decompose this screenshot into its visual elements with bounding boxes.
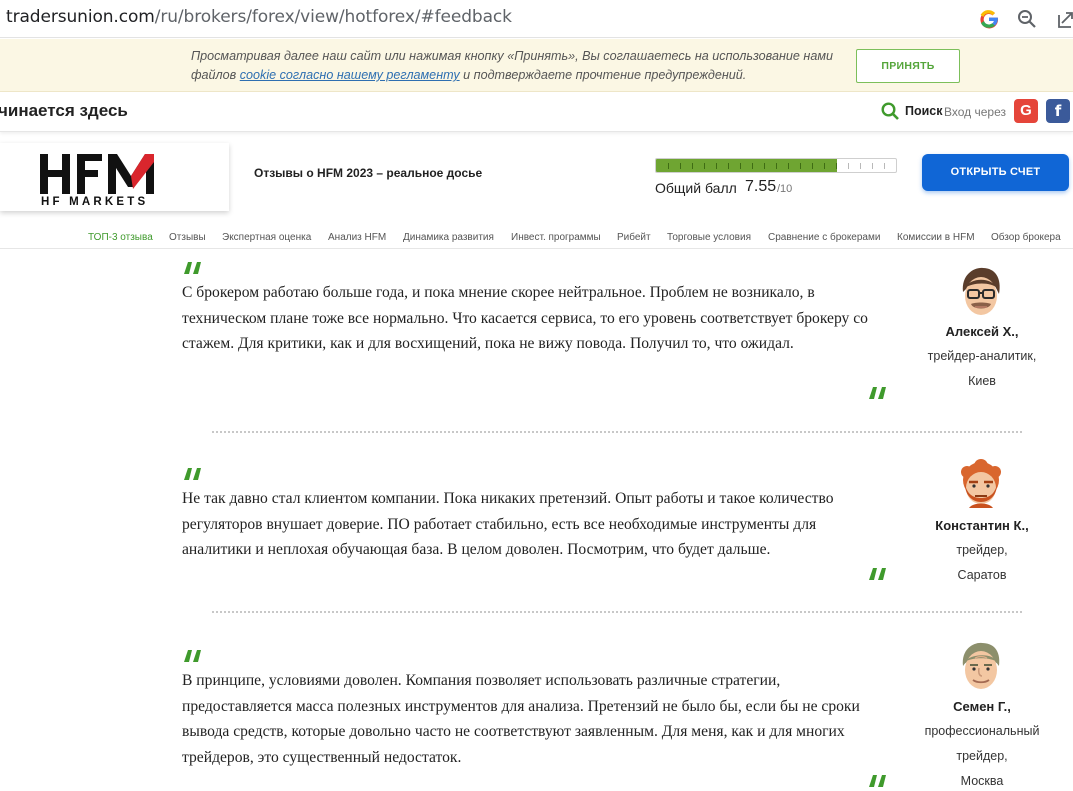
rating-segment-tick [692,163,693,169]
review-divider [212,611,1022,613]
nav-rebate[interactable]: Рибейт [617,232,651,243]
nav-commissions[interactable]: Комиссии в HFM [897,232,975,243]
nav-dynamics[interactable]: Динамика развития [403,232,494,243]
login-via-label: Вход через [944,105,1006,119]
rating-segment-tick [704,163,705,169]
older-man-avatar-icon [962,642,1000,689]
nav-reviews[interactable]: Отзывы [169,232,206,243]
rating-segment-tick [752,163,753,169]
nav-top3-reviews[interactable]: ТОП-3 отзыва [88,232,153,243]
nav-expert-rating[interactable]: Экспертная оценка [222,232,311,243]
rating-segment-tick [668,163,669,169]
section-nav: ТОП-3 отзыва Отзывы Экспертная оценка Ан… [0,229,1073,249]
url-path: /ru/brokers/forex/view/hotforex/#feedbac… [154,7,512,27]
rating-segment-tick [836,163,837,169]
rating-segment-tick [848,163,849,169]
reviewer-role: профессиональный [924,724,1040,738]
reviewer-name: Константин К., [935,518,1029,533]
broker-logo[interactable]: HF MARKETS [0,143,229,211]
rating-segment-tick [776,163,777,169]
man-glasses-avatar-icon [962,267,1000,315]
facebook-login-button[interactable]: f [1046,99,1070,123]
reviewer-city: Саратов [957,568,1007,582]
quote-close-icon [869,775,886,787]
quote-open-icon [184,650,201,662]
quote-open-icon [184,468,201,480]
zoom-icon[interactable] [1017,9,1037,29]
rating-progress-bar [655,158,897,173]
reviewer-name: Семен Г., [953,699,1011,714]
url-text[interactable]: tradersunion.com/ru/brokers/forex/view/h… [6,7,512,27]
cookie-banner: Просматривая далее наш сайт или нажимая … [0,39,1073,92]
cookie-message: Просматривая далее наш сайт или нажимая … [191,47,851,85]
rating-segment-tick [884,163,885,169]
rating-segment-tick [800,163,801,169]
nav-broker-overview[interactable]: Обзор брокера [991,232,1061,243]
cookie-policy-link[interactable]: cookie согласно нашему регламенту [240,68,460,82]
rating-segment-tick [824,163,825,169]
nav-trading-conditions[interactable]: Торговые условия [667,232,751,243]
reviewer-name: Алексей Х., [945,324,1019,339]
site-slogan: чинается здесь [0,101,128,120]
reviewer-role: трейдер-аналитик, [927,349,1037,363]
google-login-button[interactable]: G [1014,99,1038,123]
rating-segment-tick [764,163,765,169]
nav-invest-programs[interactable]: Инвест. программы [511,232,601,243]
cookie-text-end: и подтверждаете прочтение предупреждений… [459,68,747,82]
rating-segment-tick [740,163,741,169]
url-host: tradersunion.com [6,7,155,27]
redhead-bearded-avatar-icon [961,459,1001,508]
review-text: Не так давно стал клиентом компании. Пок… [182,490,834,558]
overall-score-max: /10 [777,183,793,195]
broker-page-title: Отзывы о HFM 2023 – реальное досье [254,166,483,180]
reviewer-city: Москва [960,774,1004,788]
quote-open-icon [184,262,201,274]
rating-segment-tick [812,163,813,169]
search-button[interactable]: Поиск [905,104,943,118]
rating-segment-tick [872,163,873,169]
broker-header: HF MARKETS Отзывы о HFM 2023 – реальное … [0,133,1073,229]
hfm-logo-icon [40,154,154,194]
rating-progress-fill [656,159,838,172]
accept-cookies-button[interactable]: ПРИНЯТЬ [856,49,960,83]
rating-segment-tick [716,163,717,169]
review-text: В принципе, условиями доволен. Компания … [182,672,860,766]
search-icon[interactable] [881,102,900,121]
reviewer-city: Киев [968,374,996,388]
rating-segment-tick [788,163,789,169]
quote-close-icon [869,568,886,580]
overall-score-label: Общий балл [655,180,737,196]
reviewer-role-cont: трейдер, [956,749,1008,763]
nav-compare-brokers[interactable]: Сравнение с брокерами [768,232,880,243]
rating-segment-tick [680,163,681,169]
review-text: С брокером работаю больше года, и пока м… [182,284,868,352]
rating-segment-tick [728,163,729,169]
browser-address-bar[interactable]: tradersunion.com/ru/brokers/forex/view/h… [0,0,1073,38]
open-account-button[interactable]: ОТКРЫТЬ СЧЕТ [922,154,1069,191]
quote-close-icon [869,387,886,399]
overall-score-value: 7.55 [745,178,777,195]
logo-wordmark: HF MARKETS [41,196,149,208]
nav-analysis[interactable]: Анализ HFM [328,232,386,243]
reviewer-role: трейдер, [956,543,1008,557]
review-divider [212,431,1022,433]
share-icon[interactable] [1056,9,1073,29]
site-header: чинается здесь Поиск Вход через G f [0,92,1073,132]
google-lens-icon[interactable] [978,8,1000,30]
rating-segment-tick [860,163,861,169]
